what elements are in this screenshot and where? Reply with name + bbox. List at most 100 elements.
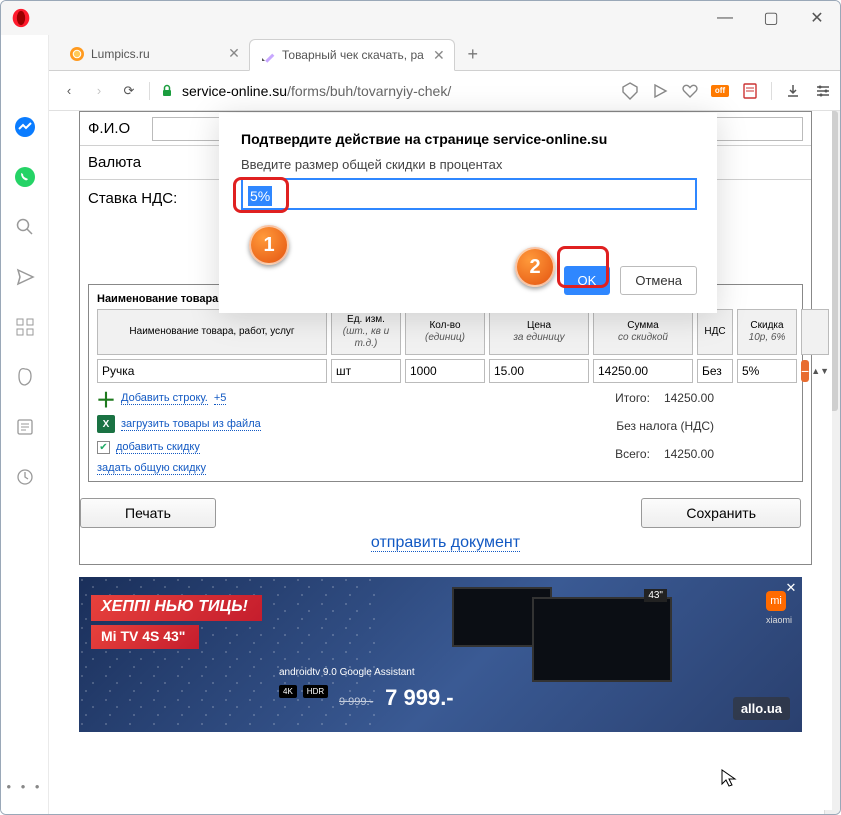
url-field[interactable]: service-online.su/forms/buh/tovarnyiy-ch… — [160, 83, 611, 99]
items-actions: ＋ Добавить строку. +5 X загрузить товары… — [97, 389, 794, 475]
ad-banner[interactable]: ХЕППI НЬЮ ТИЦЬ! Mi TV 4S 43" androidtv 9… — [79, 577, 802, 732]
annotation-callout-1: 1 — [249, 225, 289, 265]
dialog-input-selection: 5% — [248, 186, 272, 206]
load-excel-link[interactable]: X загрузить товары из файла — [97, 415, 261, 433]
opera-logo-icon — [11, 8, 31, 28]
dialog-input[interactable] — [241, 178, 697, 210]
add-five-label: +5 — [214, 392, 227, 405]
col-sum: Суммасо скидкой — [593, 309, 693, 355]
dialog-buttons: OK Отмена — [241, 266, 697, 295]
window-close-button[interactable]: ✕ — [794, 1, 840, 35]
ad-specs: 4K HDR — [279, 685, 328, 698]
item-nds-input[interactable] — [697, 359, 733, 383]
nav-reload-button[interactable]: ⟳ — [119, 81, 139, 101]
js-prompt-dialog: Подтвердите действие на странице service… — [219, 113, 717, 313]
sidebar-bookmarks-icon[interactable] — [13, 365, 37, 389]
window-controls: — ▢ ✕ — [702, 1, 840, 35]
sidebar: • • • — [1, 35, 49, 814]
ad-close-icon[interactable]: ✕ — [784, 581, 798, 595]
col-nds: НДС — [697, 309, 733, 355]
set-total-discount-label: задать общую скидку — [97, 462, 206, 475]
item-discount-input[interactable] — [737, 359, 797, 383]
totals: Итого:14250.00 Без налога (НДС) Всего:14… — [615, 389, 794, 461]
ext-note-icon[interactable] — [741, 82, 759, 100]
save-button[interactable]: Сохранить — [641, 498, 801, 528]
set-total-discount-link[interactable]: задать общую скидку — [97, 462, 261, 475]
tab-label: Lumpics.ru — [91, 47, 150, 61]
dialog-ok-button[interactable]: OK — [564, 266, 611, 295]
ad-product: Mi TV 4S 43" — [91, 625, 199, 649]
tab-lumpics[interactable]: Lumpics.ru ✕ — [59, 38, 249, 70]
sidebar-whatsapp-icon[interactable] — [13, 165, 37, 189]
excel-icon: X — [97, 415, 115, 433]
item-reorder-button[interactable]: ▲▼ — [811, 360, 829, 382]
dialog-title: Подтвердите действие на странице service… — [241, 131, 697, 147]
lock-icon — [160, 84, 174, 98]
col-price: Ценаза единицу — [489, 309, 589, 355]
fio-label: Ф.И.О — [88, 120, 130, 137]
vpn-icon[interactable] — [621, 82, 639, 100]
ad-features: androidtv 9.0 Google Assistant — [279, 667, 415, 678]
col-qty: Кол-во(единиц) — [405, 309, 485, 355]
item-delete-button[interactable]: − — [801, 360, 809, 382]
heart-icon[interactable] — [681, 82, 699, 100]
checkbox-icon[interactable]: ✔ — [97, 441, 110, 454]
sidebar-history-icon[interactable] — [13, 465, 37, 489]
new-tab-button[interactable]: + — [459, 40, 487, 68]
pencil-favicon-icon — [260, 47, 276, 63]
add-row-link[interactable]: ＋ Добавить строку. +5 — [97, 389, 261, 407]
item-name-input[interactable] — [97, 359, 327, 383]
ad-headline: ХЕППI НЬЮ ТИЦЬ! — [91, 595, 262, 621]
sidebar-messenger-icon[interactable] — [13, 115, 37, 139]
tab-strip: Lumpics.ru ✕ Товарный чек скачать, ра ✕ … — [1, 35, 840, 71]
items-row: − ▲▼ — [97, 359, 794, 383]
sidebar-speeddial-icon[interactable] — [13, 315, 37, 339]
items-header: Наименование товара, работ, услуг Ед. из… — [97, 309, 794, 355]
titlebar: — ▢ ✕ — [1, 1, 840, 35]
nav-back-button[interactable]: ‹ — [59, 81, 79, 101]
col-discount: Скидка10р, 6% — [737, 309, 797, 355]
ad-mi-logo-icon: mi — [766, 591, 786, 611]
item-unit-input[interactable] — [331, 359, 401, 383]
send-document-link-row: отправить документ — [80, 534, 811, 552]
ad-price: 9 999.- 7 999.- — [339, 685, 454, 711]
download-icon[interactable] — [784, 82, 802, 100]
tab-close-icon[interactable]: ✕ — [432, 48, 446, 62]
cursor-icon — [720, 768, 740, 788]
print-button[interactable]: Печать — [80, 498, 216, 528]
lumpics-favicon-icon — [69, 46, 85, 62]
vsego-label: Всего: — [615, 447, 650, 461]
add-discount-label: добавить скидку — [116, 441, 200, 454]
extension-icons: off — [621, 82, 832, 100]
dialog-message: Введите размер общей скидки в процентах — [241, 157, 697, 172]
window-minimize-button[interactable]: — — [702, 1, 748, 35]
annotation-callout-2: 2 — [515, 247, 555, 287]
tab-close-icon[interactable]: ✕ — [227, 46, 241, 60]
tab-service-online[interactable]: Товарный чек скачать, ра ✕ — [249, 39, 455, 71]
send-document-link[interactable]: отправить документ — [371, 534, 520, 552]
address-bar: ‹ › ⟳ service-online.su/forms/buh/tovarn… — [1, 71, 840, 111]
sidebar-search-icon[interactable] — [13, 215, 37, 239]
item-price-input[interactable] — [489, 359, 589, 383]
items-actions-left: ＋ Добавить строку. +5 X загрузить товары… — [97, 389, 261, 475]
ext-off-badge-icon[interactable]: off — [711, 82, 729, 100]
sidebar-flow-icon[interactable] — [13, 265, 37, 289]
nav-forward-button[interactable]: › — [89, 81, 109, 101]
ad-mi-label: xiaomi — [766, 615, 792, 625]
add-discount-link[interactable]: ✔ добавить скидку — [97, 441, 261, 454]
plus-icon: ＋ — [97, 389, 115, 407]
dialog-cancel-button[interactable]: Отмена — [620, 266, 697, 295]
window-maximize-button[interactable]: ▢ — [748, 1, 794, 35]
sidebar-more-icon[interactable]: • • • — [7, 779, 43, 794]
ad-tv-image-icon — [532, 597, 672, 682]
item-qty-input[interactable] — [405, 359, 485, 383]
adblock-play-icon[interactable] — [651, 82, 669, 100]
sidebar-news-icon[interactable] — [13, 415, 37, 439]
col-name: Наименование товара, работ, услуг — [97, 309, 327, 355]
itogo-value: 14250.00 — [664, 391, 714, 405]
ad-allo-badge[interactable]: allo.ua — [733, 697, 790, 720]
easy-setup-icon[interactable] — [814, 82, 832, 100]
item-sum-input[interactable] — [593, 359, 693, 383]
add-row-label: Добавить строку. — [121, 392, 208, 405]
col-unit: Ед. изм.(шт., кв и т.д.) — [331, 309, 401, 355]
